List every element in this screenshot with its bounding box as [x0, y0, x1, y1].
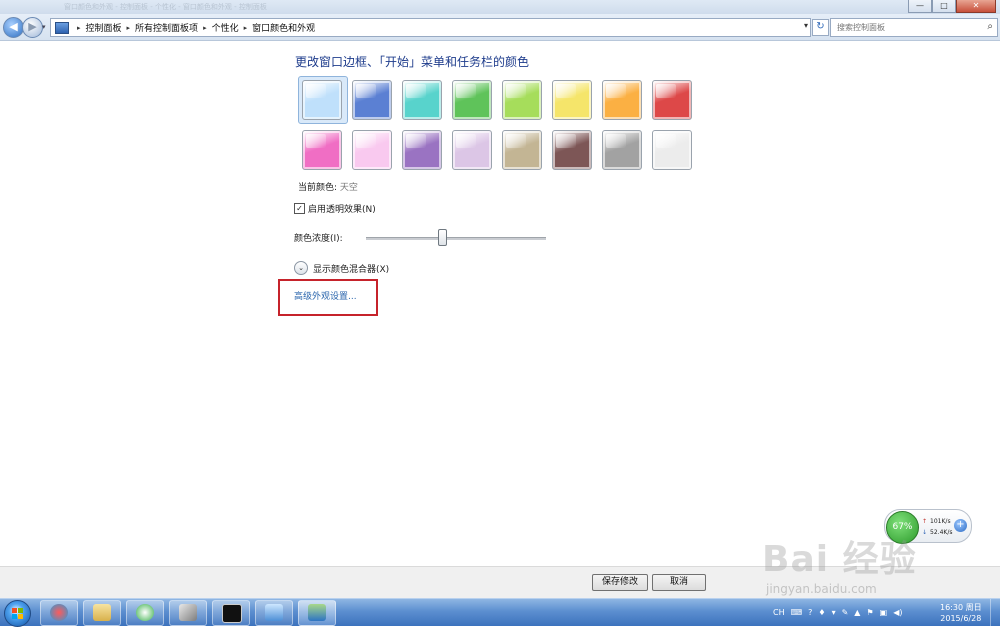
color-swatch-pumpkin[interactable] — [602, 80, 642, 120]
color-swatch-banana[interactable] — [552, 80, 592, 120]
current-color-label: 当前颜色: — [298, 183, 338, 193]
taskbar-tool-icon[interactable] — [169, 600, 207, 626]
input-language-icon[interactable]: CH — [773, 608, 785, 617]
upload-speed: ↑ 101K/s — [922, 518, 951, 525]
breadcrumb-separator-icon[interactable]: ▸ — [127, 24, 131, 32]
address-bar[interactable]: ▸ 控制面板 ▸ 所有控制面板项 ▸ 个性化 ▸ 窗口颜色和外观 ▾ — [50, 18, 811, 37]
color-swatch-fuchsia[interactable] — [302, 130, 342, 170]
color-mixer-toggle[interactable]: ⌄ 显示颜色混合器(X) — [294, 261, 389, 275]
clock-date: 2015/6/28 — [940, 614, 982, 623]
taskbar-browser-icon[interactable] — [126, 600, 164, 626]
download-speed: ↓ 52.4K/s — [922, 529, 952, 536]
color-swatch-lime[interactable] — [502, 80, 542, 120]
maximize-button[interactable]: □ — [932, 0, 956, 13]
color-swatch-lavender[interactable] — [452, 130, 492, 170]
search-box[interactable]: ⌕ — [830, 18, 998, 37]
forward-button[interactable]: ▶ — [22, 17, 43, 38]
system-tray: CH ⌨ ? ♦ ▾ ✎ ▲ ⚑ ▣ ◀) — [773, 599, 908, 626]
taskbar-cmd-icon[interactable] — [212, 600, 250, 626]
refresh-button[interactable]: ↻ — [812, 19, 829, 36]
search-icon[interactable]: ⌕ — [987, 21, 993, 32]
download-arrow-icon: ↓ — [922, 529, 928, 536]
window-controls: — □ ✕ — [908, 0, 996, 13]
clock-time: 16:30 周日 — [940, 603, 982, 612]
recent-pages-dropdown[interactable]: ▾ — [42, 23, 46, 31]
color-swatch-taupe[interactable] — [502, 130, 542, 170]
action-center-flag-icon[interactable]: ⚑ — [866, 608, 873, 617]
color-swatch-leaf[interactable] — [452, 80, 492, 120]
color-swatch-blush[interactable] — [352, 130, 392, 170]
color-swatch-violet[interactable] — [402, 130, 442, 170]
breadcrumb-personalization[interactable]: 个性化 — [212, 21, 239, 34]
title-bar: 窗口颜色和外观 - 控制面板 - 个性化 - 窗口颜色和外观 - 控制面板 — … — [0, 0, 1000, 14]
navigation-bar: ◀ ▶ ▾ ▸ 控制面板 ▸ 所有控制面板项 ▸ 个性化 ▸ 窗口颜色和外观 ▾… — [0, 14, 1000, 41]
color-swatch-twilight[interactable] — [352, 80, 392, 120]
taskbar-app-360-icon[interactable] — [40, 600, 78, 626]
clock[interactable]: 16:30 周日 2015/6/28 — [940, 602, 982, 624]
advanced-appearance-link[interactable]: 高级外观设置... — [294, 289, 357, 302]
pen-icon[interactable]: ✎ — [842, 608, 849, 617]
cancel-button[interactable]: 取消 — [652, 574, 706, 591]
transparency-option[interactable]: ✓ 启用透明效果(N) — [294, 202, 376, 215]
intensity-label: 颜色浓度(I): — [294, 234, 343, 244]
breadcrumb-separator-icon[interactable]: ▸ — [244, 24, 248, 32]
intensity-slider-track[interactable] — [366, 237, 546, 240]
chevron-down-icon[interactable]: ⌄ — [294, 261, 308, 275]
breadcrumb: ▸ 控制面板 ▸ 所有控制面板项 ▸ 个性化 ▸ 窗口颜色和外观 — [72, 21, 315, 35]
window-title: 窗口颜色和外观 - 控制面板 - 个性化 - 窗口颜色和外观 - 控制面板 — [64, 3, 267, 11]
taskbar: CH ⌨ ? ♦ ▾ ✎ ▲ ⚑ ▣ ◀) 16:30 周日 2015/6/28 — [0, 598, 1000, 627]
color-swatch-sky[interactable] — [302, 80, 342, 120]
back-button[interactable]: ◀ — [3, 17, 24, 38]
upload-speed-value: 101K/s — [930, 518, 951, 525]
show-hidden-icons-icon[interactable]: ▲ — [854, 608, 860, 617]
color-swatch-ruby[interactable] — [652, 80, 692, 120]
breadcrumb-all-items[interactable]: 所有控制面板项 — [135, 21, 198, 34]
tray-app-icon[interactable]: ♦ — [818, 608, 825, 617]
start-button[interactable] — [4, 600, 31, 627]
taskbar-explorer-icon[interactable] — [83, 600, 121, 626]
color-swatch-slate[interactable] — [602, 130, 642, 170]
close-button[interactable]: ✕ — [956, 0, 996, 13]
color-mixer-label: 显示颜色混合器(X) — [313, 264, 390, 275]
breadcrumb-window-color[interactable]: 窗口颜色和外观 — [252, 21, 315, 34]
intensity-slider-thumb[interactable] — [437, 229, 447, 246]
tray-menu-icon[interactable]: ▾ — [832, 608, 836, 617]
help-icon[interactable]: ? — [808, 608, 812, 617]
volume-icon[interactable]: ◀) — [893, 608, 902, 617]
address-dropdown-icon[interactable]: ▾ — [804, 21, 808, 30]
breadcrumb-separator-icon[interactable]: ▸ — [77, 24, 81, 32]
upload-arrow-icon: ↑ — [922, 518, 928, 525]
show-desktop-button[interactable] — [990, 599, 1000, 626]
windows-logo-icon — [12, 608, 23, 619]
color-swatch-chocolate[interactable] — [552, 130, 592, 170]
current-color-value: 天空 — [339, 183, 358, 193]
current-color: 当前颜色: 天空 — [298, 180, 358, 193]
taskbar-control-panel-icon[interactable] — [298, 600, 336, 626]
taskbar-remote-icon[interactable] — [255, 600, 293, 626]
watermark-url: jingyan.baidu.com — [766, 582, 877, 596]
transparency-checkbox[interactable]: ✓ — [294, 203, 305, 214]
download-speed-value: 52.4K/s — [930, 529, 953, 536]
control-panel-icon — [55, 21, 69, 34]
color-swatch-sea[interactable] — [402, 80, 442, 120]
search-input[interactable] — [837, 19, 977, 36]
watermark-logo: Bai 经验 — [762, 539, 917, 580]
keyboard-icon[interactable]: ⌨ — [791, 608, 803, 617]
minimize-button[interactable]: — — [908, 0, 932, 13]
color-swatch-frost[interactable] — [652, 130, 692, 170]
breadcrumb-separator-icon[interactable]: ▸ — [203, 24, 207, 32]
transparency-label: 启用透明效果(N) — [308, 205, 376, 215]
plus-icon[interactable]: + — [954, 519, 967, 532]
breadcrumb-control-panel[interactable]: 控制面板 — [86, 21, 122, 34]
page-title: 更改窗口边框、「开始」菜单和任务栏的颜色 — [295, 55, 530, 69]
save-changes-button[interactable]: 保存修改 — [592, 574, 648, 591]
network-icon[interactable]: ▣ — [880, 608, 888, 617]
